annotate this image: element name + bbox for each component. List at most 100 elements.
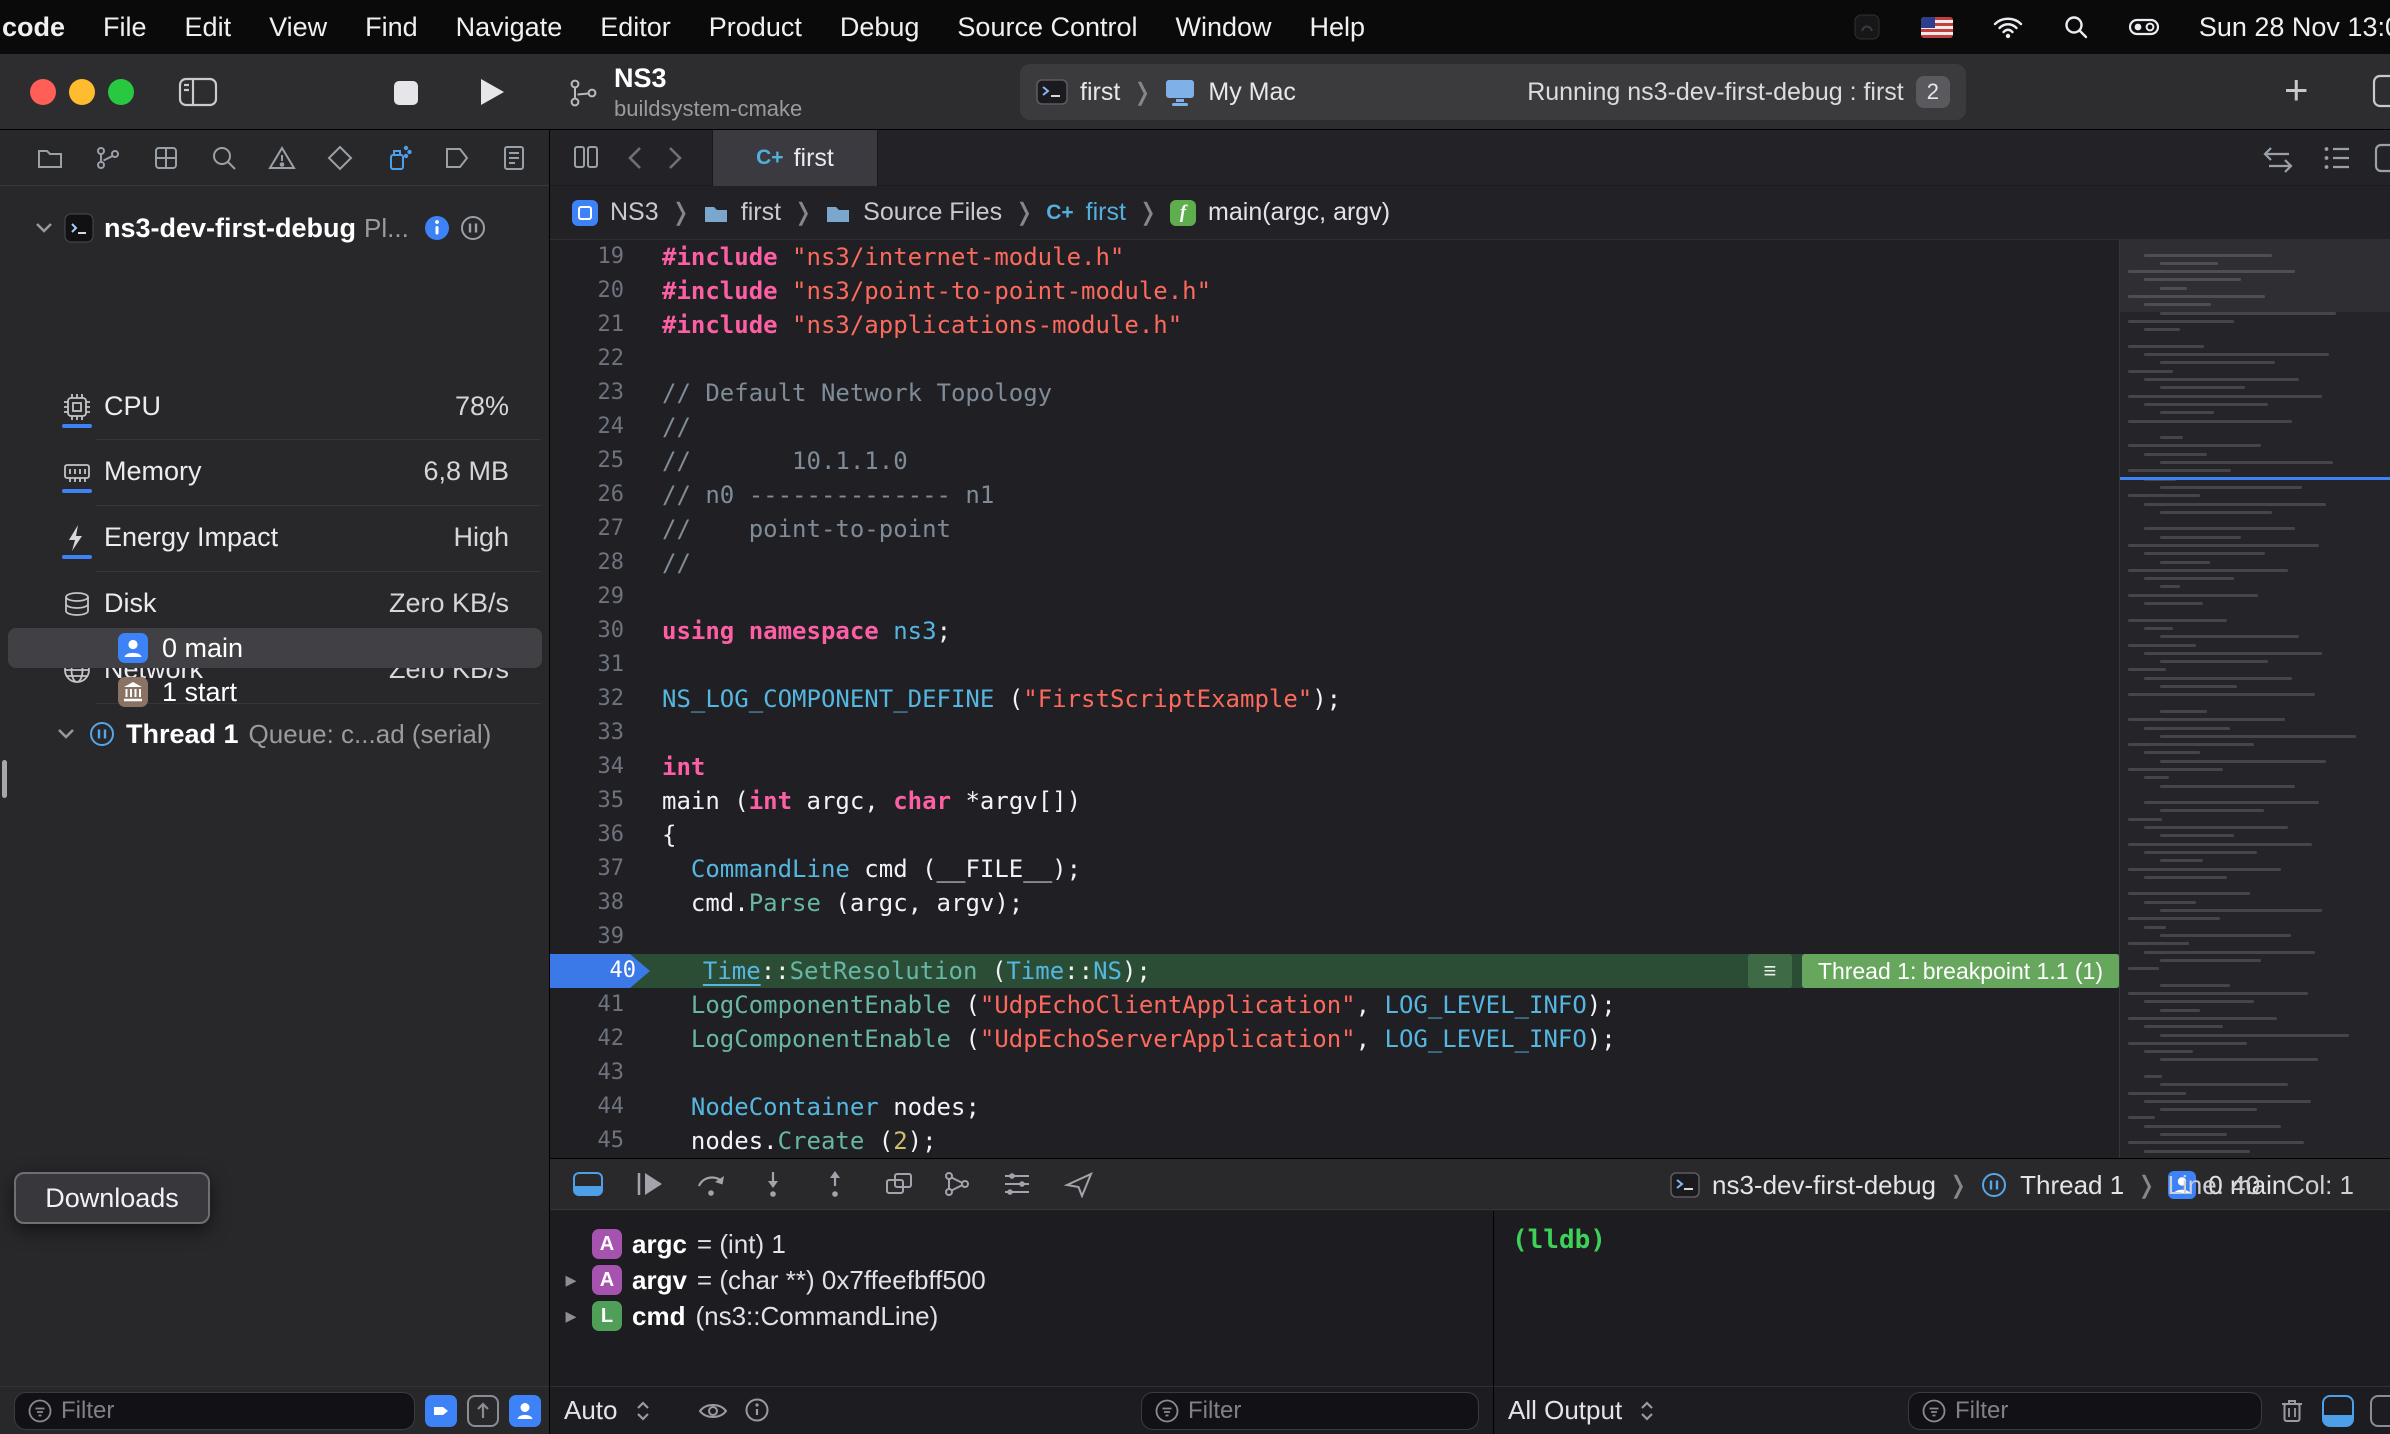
breadcrumb-item[interactable]: ns3-dev-first-debug bbox=[1712, 1170, 1936, 1201]
source-editor[interactable]: 19#include "ns3/internet-module.h"20#inc… bbox=[550, 240, 2119, 1158]
code-line[interactable]: 30using namespace ns3; bbox=[550, 614, 2119, 648]
breadcrumb-item[interactable]: main(argc, argv) bbox=[1208, 198, 1390, 227]
disclosure-icon[interactable]: ▸ bbox=[560, 1303, 582, 1329]
activity-badge[interactable]: 2 bbox=[1916, 76, 1950, 108]
code-line[interactable]: 39 bbox=[550, 920, 2119, 954]
chevron-down-icon[interactable] bbox=[56, 727, 76, 741]
code-line[interactable]: 44 NodeContainer nodes; bbox=[550, 1090, 2119, 1124]
menu-item[interactable]: File bbox=[84, 12, 166, 43]
line-number[interactable]: 30 bbox=[550, 614, 638, 648]
code-line[interactable]: 19#include "ns3/internet-module.h" bbox=[550, 240, 2119, 274]
step-over-icon[interactable] bbox=[696, 1170, 726, 1198]
code-line[interactable]: 37 CommandLine cmd (__FILE__); bbox=[550, 852, 2119, 886]
variable-row[interactable]: ▸ A argv = (char **) 0x7ffeefbff500 bbox=[560, 1263, 986, 1297]
code-line[interactable]: 20#include "ns3/point-to-point-module.h" bbox=[550, 274, 2119, 308]
code-line[interactable]: 28// bbox=[550, 546, 2119, 580]
menu-item[interactable]: View bbox=[250, 12, 346, 43]
menu-extra-icon[interactable] bbox=[1853, 13, 1881, 41]
control-center-icon[interactable] bbox=[2129, 13, 2159, 41]
line-number[interactable]: 33 bbox=[550, 716, 638, 750]
tab-first[interactable]: C+ first bbox=[712, 130, 878, 186]
updown-chevron-icon[interactable] bbox=[634, 1398, 652, 1424]
line-number[interactable]: 29 bbox=[550, 580, 638, 614]
stack-frame-row[interactable]: 1 start bbox=[8, 672, 542, 712]
output-selector[interactable]: All Output bbox=[1508, 1395, 1622, 1426]
toggle-variables-view-icon[interactable] bbox=[2322, 1395, 2354, 1427]
toggle-navigator-icon[interactable] bbox=[178, 76, 218, 108]
add-editor-icon[interactable] bbox=[2374, 143, 2390, 173]
test-navigator-icon[interactable] bbox=[326, 144, 354, 172]
menu-item[interactable]: Find bbox=[346, 12, 437, 43]
code-line[interactable]: 26// n0 -------------- n1 bbox=[550, 478, 2119, 512]
line-number[interactable]: 22 bbox=[550, 342, 638, 376]
toggle-console-view-icon[interactable] bbox=[2370, 1395, 2390, 1427]
debug-navigator-icon[interactable] bbox=[384, 144, 412, 172]
line-number[interactable]: 28 bbox=[550, 546, 638, 580]
project-icon[interactable] bbox=[572, 200, 598, 226]
step-into-icon[interactable] bbox=[758, 1170, 788, 1198]
menu-app[interactable]: code bbox=[0, 12, 84, 43]
run-destination[interactable]: My Mac bbox=[1208, 78, 1296, 107]
line-number[interactable]: 19 bbox=[550, 240, 638, 274]
issue-navigator-icon[interactable] bbox=[268, 144, 296, 172]
line-number[interactable]: 35 bbox=[550, 784, 638, 818]
menu-item[interactable]: Editor bbox=[581, 12, 690, 43]
info-icon[interactable] bbox=[423, 214, 451, 242]
code-line[interactable]: 21#include "ns3/applications-module.h" bbox=[550, 308, 2119, 342]
code-line[interactable]: 22 bbox=[550, 342, 2119, 376]
gauge-cpu[interactable]: CPU 78% bbox=[0, 375, 549, 439]
line-number[interactable]: 43 bbox=[550, 1056, 638, 1090]
clear-console-icon[interactable] bbox=[2278, 1397, 2306, 1425]
console-filter-field[interactable] bbox=[1908, 1392, 2262, 1430]
minimap[interactable] bbox=[2119, 240, 2390, 1158]
close-window-button[interactable] bbox=[30, 79, 56, 105]
breakpoint-actions-icon[interactable]: ≡ bbox=[1748, 954, 1792, 988]
scope-selector[interactable]: Auto bbox=[564, 1395, 618, 1426]
code-line[interactable]: 33 bbox=[550, 716, 2119, 750]
code-line[interactable]: 45 nodes.Create (2); bbox=[550, 1124, 2119, 1158]
line-number[interactable]: 36 bbox=[550, 818, 638, 852]
code-line[interactable]: 34int bbox=[550, 750, 2119, 784]
menu-item[interactable]: Edit bbox=[166, 12, 251, 43]
console-view[interactable]: (lldb) All Output bbox=[1494, 1211, 2390, 1434]
fullscreen-window-button[interactable] bbox=[108, 79, 134, 105]
code-line[interactable]: 24// bbox=[550, 410, 2119, 444]
code-line[interactable]: 25// 10.1.1.0 bbox=[550, 444, 2119, 478]
line-number[interactable]: 31 bbox=[550, 648, 638, 682]
code-line[interactable]: 41 LogComponentEnable ("UdpEchoClientApp… bbox=[550, 988, 2119, 1022]
sidebar-filter-field[interactable] bbox=[14, 1392, 415, 1430]
adjust-editor-icon[interactable] bbox=[2322, 143, 2352, 173]
filter-user-icon[interactable] bbox=[509, 1395, 541, 1427]
line-number[interactable]: 34 bbox=[550, 750, 638, 784]
stop-button[interactable] bbox=[392, 79, 420, 107]
code-line[interactable]: 36{ bbox=[550, 818, 2119, 852]
line-number[interactable]: 27 bbox=[550, 512, 638, 546]
forward-icon[interactable] bbox=[666, 145, 684, 171]
line-number[interactable]: 20 bbox=[550, 274, 638, 308]
disclosure-icon[interactable]: ▸ bbox=[560, 1267, 582, 1293]
find-navigator-icon[interactable] bbox=[210, 144, 238, 172]
toggle-debug-area-icon[interactable] bbox=[572, 1170, 604, 1198]
menu-item[interactable]: Navigate bbox=[437, 12, 582, 43]
info-icon[interactable] bbox=[744, 1397, 771, 1424]
variables-filter-field[interactable] bbox=[1141, 1392, 1479, 1430]
input-source-flag-icon[interactable] bbox=[1921, 17, 1953, 38]
variables-filter-input[interactable] bbox=[1188, 1397, 1428, 1425]
downloads-button[interactable]: Downloads bbox=[14, 1172, 210, 1224]
line-number[interactable]: 25 bbox=[550, 444, 638, 478]
code-line[interactable]: 29 bbox=[550, 580, 2119, 614]
thread-row[interactable]: Thread 1 Queue: c...ad (serial) bbox=[0, 712, 549, 756]
menu-clock[interactable]: Sun 28 Nov 13:0 bbox=[2199, 12, 2390, 43]
updown-chevron-icon[interactable] bbox=[1638, 1398, 1656, 1424]
code-line[interactable]: 43 bbox=[550, 1056, 2119, 1090]
breadcrumb-item[interactable]: Thread 1 bbox=[2020, 1170, 2124, 1201]
minimize-window-button[interactable] bbox=[69, 79, 95, 105]
inspector-toggle-icon[interactable] bbox=[2372, 74, 2390, 108]
process-row[interactable]: ns3-dev-first-debug Pl... bbox=[0, 206, 549, 250]
source-control-navigator-icon[interactable] bbox=[94, 144, 122, 172]
project-navigator-icon[interactable] bbox=[36, 144, 64, 172]
breadcrumb-item[interactable]: first bbox=[741, 198, 781, 227]
memory-graph-icon[interactable] bbox=[942, 1170, 972, 1198]
line-number[interactable]: 45 bbox=[550, 1124, 638, 1158]
code-line[interactable]: 40 Time::SetResolution (Time::NS);≡Threa… bbox=[550, 954, 2119, 988]
